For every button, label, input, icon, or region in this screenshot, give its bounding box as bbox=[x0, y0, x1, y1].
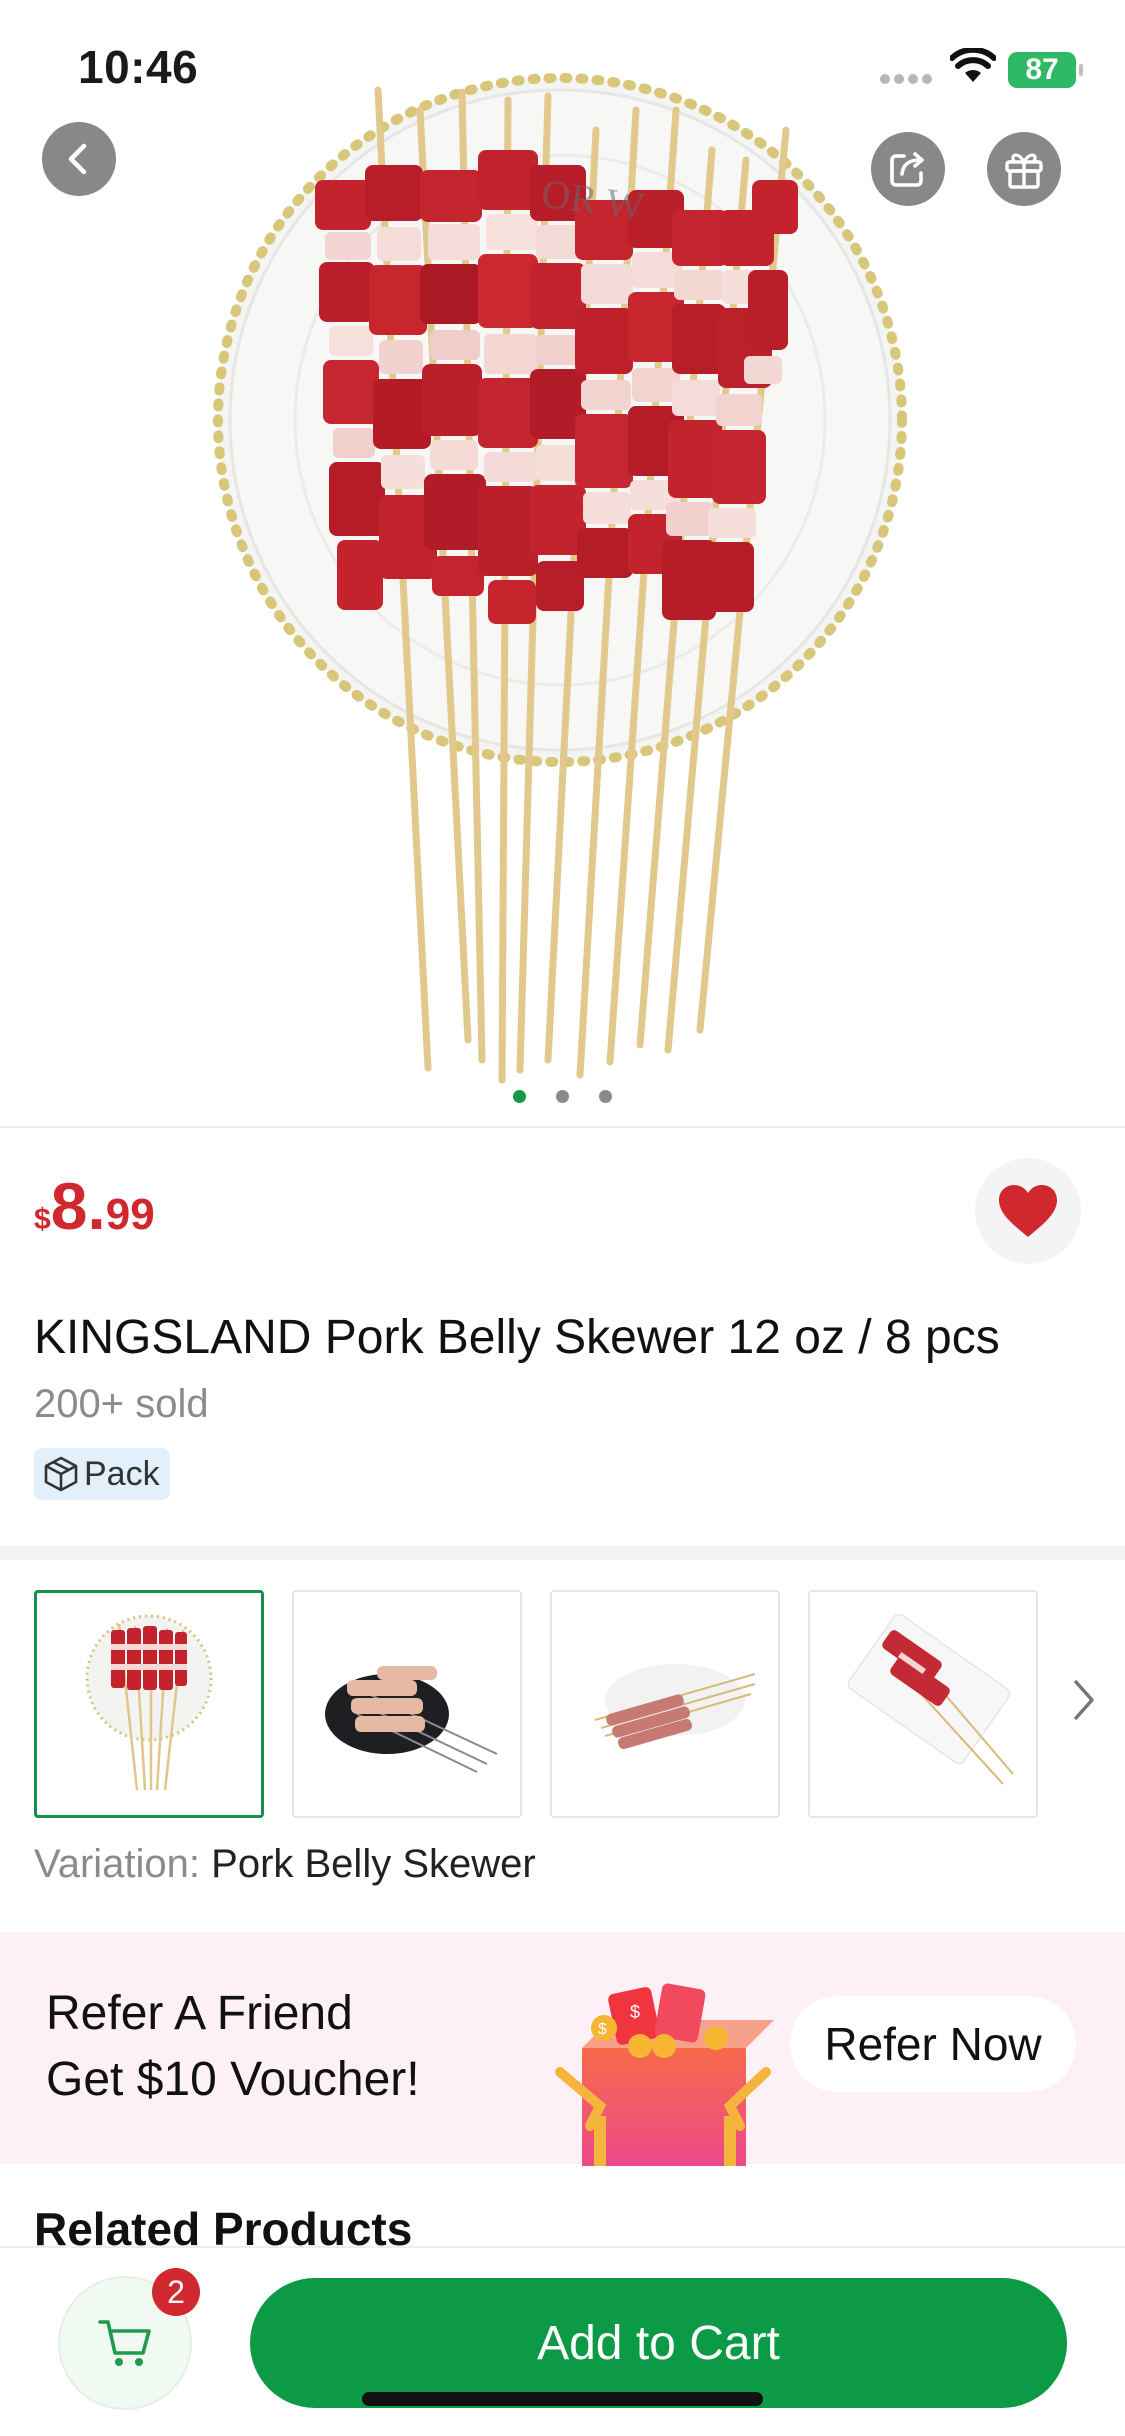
thumbnail-image bbox=[325, 1666, 498, 1773]
sold-count: 200+ sold bbox=[34, 1382, 209, 1426]
product-image-carousel[interactable]: OR W 10:46 87 bbox=[0, 0, 1125, 1125]
cellular-signal-icon bbox=[880, 74, 934, 84]
chevron-right-icon[interactable] bbox=[1070, 1676, 1098, 1724]
gift-button[interactable] bbox=[987, 132, 1061, 206]
product-photo: OR W bbox=[213, 73, 907, 1084]
carousel-dot-active bbox=[513, 1090, 526, 1103]
share-icon bbox=[890, 152, 924, 187]
pack-tag: Pack bbox=[34, 1448, 170, 1500]
thumbnail-image bbox=[847, 1613, 1014, 1785]
carousel-dot bbox=[599, 1090, 612, 1103]
variation-value: Pork Belly Skewer bbox=[211, 1842, 536, 1886]
battery-indicator: 87 bbox=[1008, 52, 1083, 88]
thumbnail-image bbox=[85, 1614, 213, 1791]
favorite-button[interactable] bbox=[975, 1158, 1081, 1264]
price-integer: 8. bbox=[50, 1169, 106, 1243]
status-time: 10:46 bbox=[78, 41, 199, 93]
share-button[interactable] bbox=[871, 132, 945, 206]
product-title: KINGSLAND Pork Belly Skewer 12 oz / 8 pc… bbox=[34, 1311, 1000, 1364]
gift-box-illustration: $ $ bbox=[555, 1983, 774, 2166]
gift-icon bbox=[1005, 153, 1043, 189]
refer-title: Refer A Friend bbox=[46, 1987, 353, 2040]
pack-tag-label: Pack bbox=[84, 1454, 160, 1493]
add-to-cart-button[interactable]: Add to Cart bbox=[250, 2278, 1067, 2408]
back-button[interactable] bbox=[42, 122, 116, 196]
product-price: $8.99 bbox=[34, 1168, 155, 1244]
carousel-dot bbox=[556, 1090, 569, 1103]
variation-text: Variation: Pork Belly Skewer bbox=[34, 1842, 536, 1887]
variation-thumbnail-selected[interactable] bbox=[34, 1590, 264, 1818]
section-separator bbox=[0, 1546, 1125, 1560]
bottom-action-bar: 2 Add to Cart bbox=[0, 2246, 1125, 2436]
variation-thumbnail[interactable] bbox=[550, 1590, 780, 1818]
price-decimal: 99 bbox=[105, 1190, 155, 1239]
price-currency: $ bbox=[34, 1203, 51, 1236]
svg-text:$: $ bbox=[598, 2021, 607, 2038]
variation-label: Variation: bbox=[34, 1842, 212, 1886]
cart-count-badge: 2 bbox=[152, 2268, 200, 2316]
refer-subtitle: Get $10 Voucher! bbox=[46, 2053, 420, 2106]
variation-thumbnails bbox=[34, 1590, 1038, 1818]
refer-banner[interactable]: Refer A Friend Get $10 Voucher! $ $ Refe… bbox=[0, 1932, 1125, 2166]
status-bar: 10:46 87 bbox=[0, 0, 1125, 140]
svg-text:$: $ bbox=[630, 2002, 640, 2022]
wifi-icon bbox=[950, 48, 996, 82]
variation-thumbnail[interactable] bbox=[292, 1590, 522, 1818]
thumbnail-image bbox=[594, 1664, 756, 1750]
cart-icon bbox=[98, 2320, 151, 2366]
chevron-left-icon bbox=[68, 143, 87, 175]
box-icon bbox=[44, 1456, 78, 1492]
heart-icon bbox=[999, 1185, 1057, 1237]
refer-now-button[interactable]: Refer Now bbox=[790, 1996, 1076, 2092]
carousel-indicator bbox=[0, 1090, 1125, 1103]
divider bbox=[0, 1126, 1125, 1128]
variation-thumbnail[interactable] bbox=[808, 1590, 1038, 1818]
home-indicator bbox=[362, 2392, 763, 2406]
